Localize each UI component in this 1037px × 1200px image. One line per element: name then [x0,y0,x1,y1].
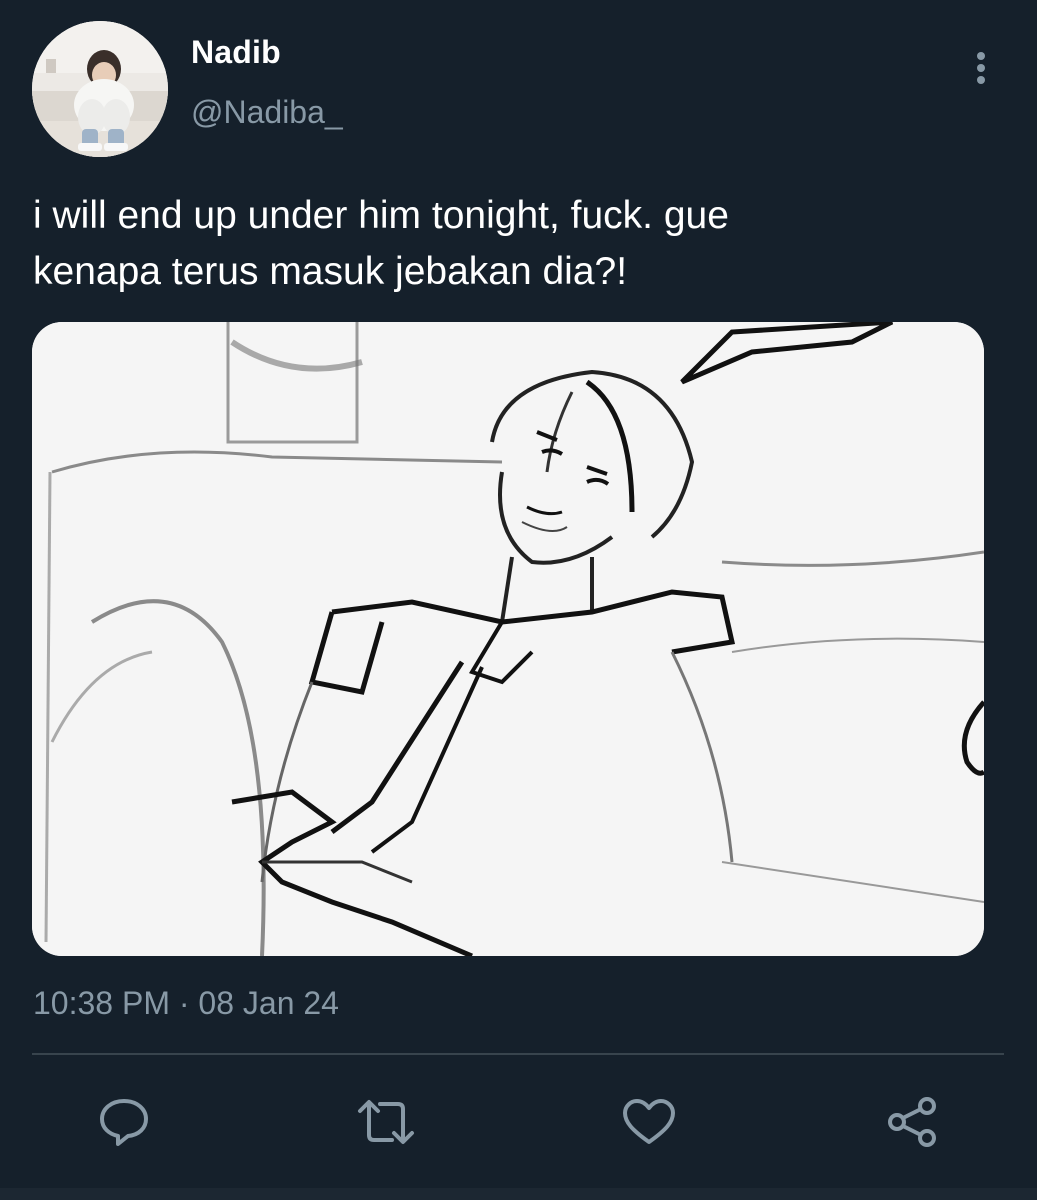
tweet-detail: Nadib @Nadiba_ i will end up under him t… [0,0,1037,1200]
share-button[interactable] [882,1092,942,1152]
more-vertical-icon [977,52,985,84]
retweet-button[interactable] [356,1092,416,1152]
retweet-icon [358,1100,414,1144]
more-options-button[interactable] [962,46,1000,90]
user-handle[interactable]: @Nadiba_ [191,94,343,131]
sketch-photo [32,322,984,956]
tweet-text: i will end up under him tonight, fuck. g… [33,194,729,293]
tweet-timestamp[interactable]: 10:38 PM · 08 Jan 24 [33,985,339,1022]
display-name[interactable]: Nadib [191,34,281,71]
avatar-image [32,21,168,157]
divider [32,1053,1004,1055]
bottom-strip [0,1188,1037,1200]
reply-icon [100,1099,148,1146]
like-button[interactable] [619,1092,679,1152]
tweet-media-image[interactable] [32,322,984,956]
share-icon [888,1097,936,1147]
avatar[interactable] [32,21,168,157]
heart-icon [623,1099,675,1144]
reply-button[interactable] [94,1092,154,1152]
